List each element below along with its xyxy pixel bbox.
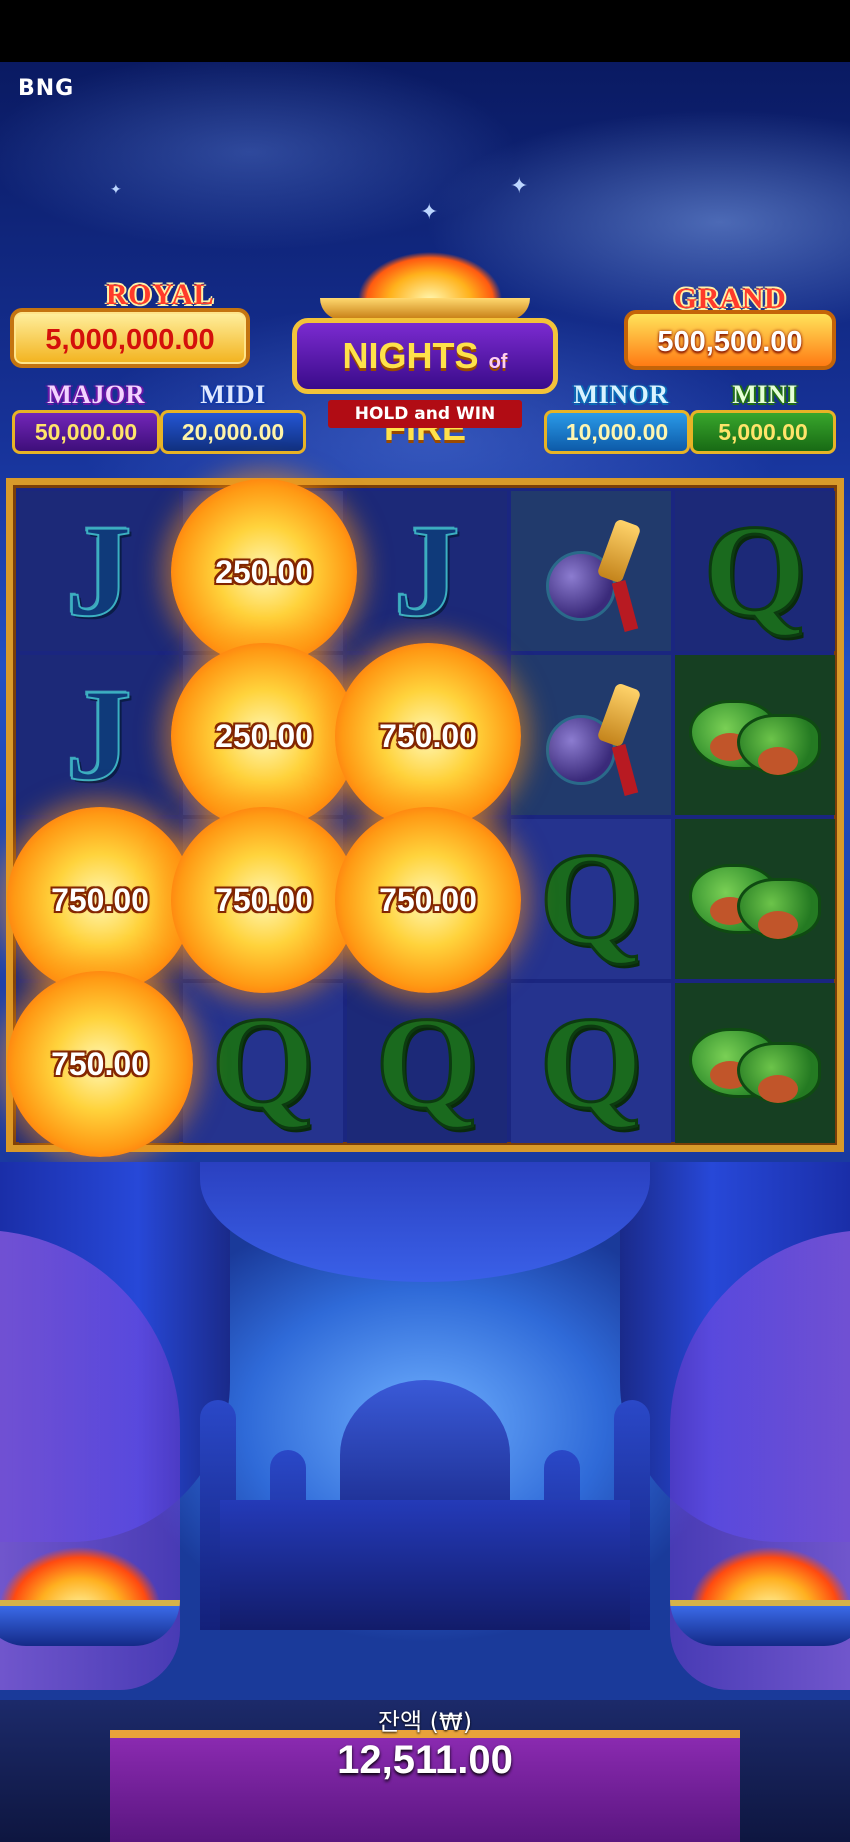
brazier-bowl <box>670 1600 850 1646</box>
jackpot-mini-value: 5,000.00 <box>690 410 836 454</box>
logo-bowl-icon <box>320 298 530 320</box>
logo-subtitle: HOLD and WIN <box>328 400 522 428</box>
reel-symbol-j: J <box>19 655 179 815</box>
symbol-j-icon: J <box>393 497 461 644</box>
potion-icon <box>536 675 646 796</box>
jackpot-minor-label: MINOR <box>573 380 669 409</box>
fireball-bonus-symbol: 750.00 <box>7 971 193 1157</box>
slippers-icon <box>685 844 825 954</box>
symbol-j-icon: J <box>65 661 133 808</box>
reel-symbol-q: Q <box>347 983 507 1143</box>
balance-value: 12,511.00 <box>337 1738 513 1782</box>
slippers-icon <box>685 680 825 790</box>
reel-symbol-q: Q <box>511 983 671 1143</box>
symbol-q-icon: Q <box>702 497 808 644</box>
palace-illustration <box>200 1340 650 1630</box>
symbol-q-icon: Q <box>374 989 480 1136</box>
palace-wall <box>220 1500 630 1630</box>
reel-symbol-j: J <box>19 491 179 651</box>
jackpot-midi-label: MIDI <box>200 380 266 409</box>
symbol-j-icon: J <box>65 497 133 644</box>
reel-symbol-j: J <box>347 491 507 651</box>
reel-symbol-shoes <box>675 655 835 815</box>
jackpot-midi-value: 20,000.00 <box>160 410 306 454</box>
jackpot-royal-label: ROYAL <box>105 278 215 311</box>
game-logo: NIGHTS of FIRE <box>292 318 558 448</box>
reel-symbol-potion <box>511 491 671 651</box>
jackpot-major-label: MAJOR <box>47 380 145 409</box>
logo-title-of: of <box>488 351 508 373</box>
symbol-q-icon: Q <box>538 825 644 972</box>
brazier-right-icon <box>670 1500 850 1646</box>
fireball-bonus-symbol: 750.00 <box>7 807 193 993</box>
jackpot-major-value: 50,000.00 <box>12 410 160 454</box>
brazier-bowl <box>0 1600 180 1646</box>
reel-grid: J J Q J Q Q Q Q 250.00 250.00 750.00 750.00 750.00 75… <box>6 478 844 1157</box>
reel-symbol-shoes <box>675 983 835 1143</box>
fireball-bonus-symbol: 250.00 <box>171 479 357 665</box>
jackpot-mini-label: MINI <box>732 380 798 409</box>
potion-icon <box>536 511 646 632</box>
provider-logo: BNG <box>18 76 75 101</box>
top-black-bar <box>0 0 850 62</box>
star-icon: ✦ <box>110 182 122 198</box>
logo-title-nights: NIGHTS <box>342 335 479 376</box>
jackpot-royal-value: 5,000,000.00 <box>10 308 250 368</box>
reel-symbol-q: Q <box>511 819 671 979</box>
logo-flame-icon <box>330 220 530 310</box>
fireball-bonus-symbol: 250.00 <box>171 643 357 829</box>
symbol-q-icon: Q <box>210 989 316 1136</box>
reel-symbol-q: Q <box>183 983 343 1143</box>
jackpot-minor-value: 10,000.00 <box>544 410 690 454</box>
reel-symbol-q: Q <box>675 491 835 651</box>
fireball-bonus-symbol: 750.00 <box>171 807 357 993</box>
jackpot-grand-value: 500,500.00 <box>624 310 836 370</box>
star-icon: ✦ <box>510 174 529 199</box>
reel-symbol-shoes <box>675 819 835 979</box>
fireball-bonus-symbol: 750.00 <box>335 807 521 993</box>
slippers-icon <box>685 1008 825 1118</box>
balance-label: 잔액 (₩) <box>377 1708 473 1736</box>
brazier-left-icon <box>0 1500 180 1646</box>
symbol-q-icon: Q <box>538 989 644 1136</box>
fireball-bonus-symbol: 750.00 <box>335 643 521 829</box>
reel-symbol-potion <box>511 655 671 815</box>
